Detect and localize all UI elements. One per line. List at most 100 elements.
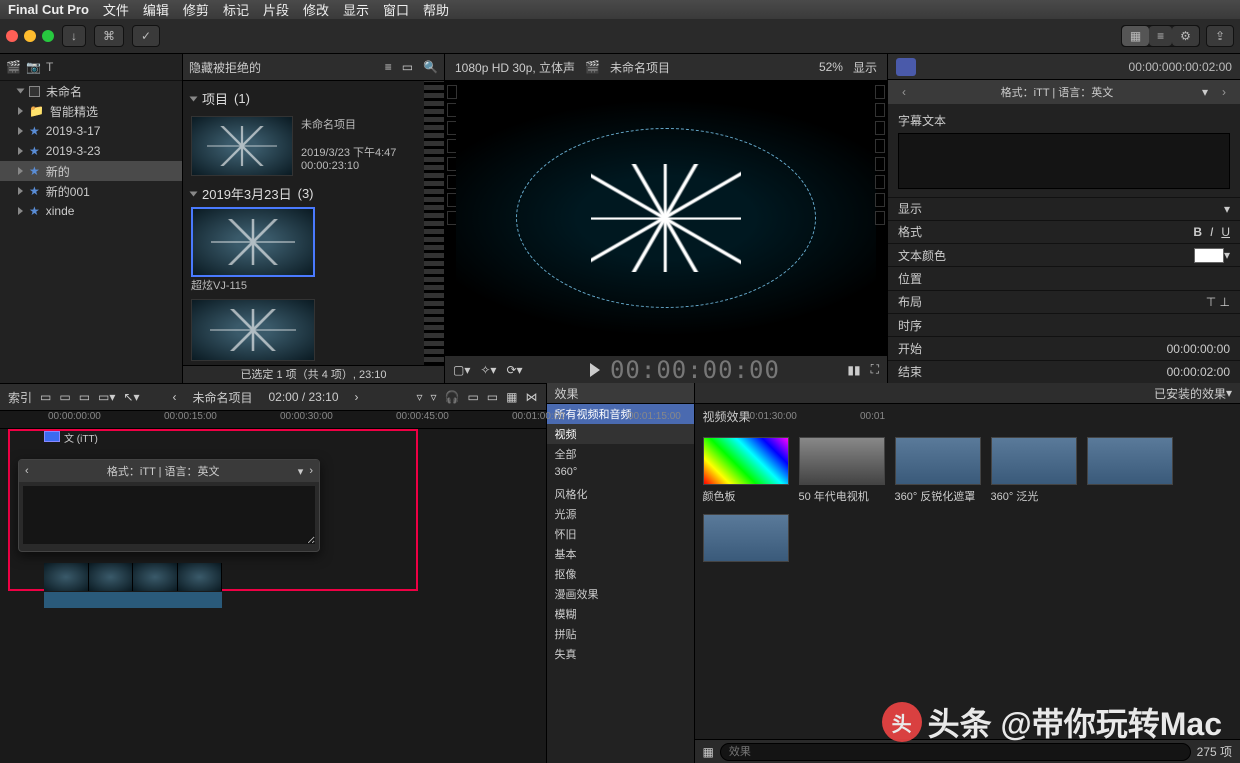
tool-popup-1[interactable]: ▢▾ xyxy=(453,363,470,377)
index-button[interactable]: 索引 xyxy=(8,389,32,406)
menu-edit[interactable]: 编辑 xyxy=(143,0,169,19)
caption-format-label[interactable]: 格式：iTT | 语言：英文 xyxy=(920,84,1194,100)
next-caption[interactable]: › xyxy=(1216,85,1232,99)
search-icon[interactable]: 🔍 xyxy=(423,60,438,74)
project-thumbnail[interactable] xyxy=(191,116,293,176)
fx-cat-6[interactable]: 抠像 xyxy=(547,564,694,584)
timeline-ruler[interactable]: 00:00:00:00 00:00:15:00 00:00:30:00 00:0… xyxy=(0,411,546,429)
caption-text-field[interactable] xyxy=(23,486,315,544)
clip-thumbnail-2[interactable] xyxy=(191,299,315,361)
bold-button[interactable]: B xyxy=(1193,225,1202,239)
fullscreen-icon[interactable]: ⛶ xyxy=(871,362,879,377)
menu-mark[interactable]: 标记 xyxy=(223,0,249,19)
solo-icon[interactable]: 🎧 xyxy=(445,390,460,404)
history-fwd[interactable]: › xyxy=(355,390,359,404)
minimize-window[interactable] xyxy=(24,30,36,42)
effect-thumb-2[interactable]: 360° 反锐化遮罩 xyxy=(895,437,981,504)
fx-cat-2[interactable]: 风格化 xyxy=(547,484,694,504)
timeline-body[interactable]: 文 (iTT) ‹ 格式：iTT | 语言：英文▾ › xyxy=(0,429,546,763)
view-popup[interactable]: 显示 xyxy=(853,59,877,76)
effect-thumb-5[interactable] xyxy=(703,514,789,562)
photos-icon[interactable]: 📷 xyxy=(26,60,40,74)
effect-thumb-4[interactable] xyxy=(1087,437,1173,504)
fx-cat-9[interactable]: 拼贴 xyxy=(547,624,694,644)
fx-cat-8[interactable]: 模糊 xyxy=(547,604,694,624)
fx-cat-10[interactable]: 失真 xyxy=(547,644,694,664)
prev-caption[interactable]: ‹ xyxy=(896,85,912,99)
tl-tool-3[interactable]: ▭ xyxy=(79,390,90,404)
zoom-window[interactable] xyxy=(42,30,54,42)
effect-thumb-1[interactable]: 50 年代电视机 xyxy=(799,437,885,504)
caption-clip[interactable] xyxy=(44,431,60,442)
close-window[interactable] xyxy=(6,30,18,42)
popup-format[interactable]: 格式：iTT | 语言：英文 xyxy=(35,463,292,479)
video-track[interactable] xyxy=(44,563,222,591)
end-tc[interactable]: 00:00:02:00 xyxy=(1167,365,1230,379)
sidebar-event-1[interactable]: ★2019-3-17 xyxy=(0,121,182,141)
menu-window[interactable]: 窗口 xyxy=(383,0,409,19)
browser-toggle[interactable]: ▦ xyxy=(1122,26,1149,46)
effects-browser-icon[interactable]: ▦ xyxy=(506,390,517,404)
menu-trim[interactable]: 修剪 xyxy=(183,0,209,19)
menu-modify[interactable]: 修改 xyxy=(303,0,329,19)
tl-tool-1[interactable]: ▭ xyxy=(40,390,51,404)
start-tc[interactable]: 00:00:00:00 xyxy=(1167,342,1230,356)
fx-cat-0[interactable]: 全部 xyxy=(547,444,694,464)
popup-next[interactable]: › xyxy=(309,465,313,477)
color-swatch[interactable] xyxy=(1194,248,1224,263)
fx-view-icon[interactable]: ▦ xyxy=(703,745,714,759)
bg-tasks-button[interactable]: ✓ xyxy=(132,25,160,47)
effects-search[interactable] xyxy=(720,743,1191,761)
sidebar-event-3[interactable]: ★新的 xyxy=(0,161,182,181)
viewer-canvas[interactable] xyxy=(445,81,887,355)
library-icon[interactable]: 🎬 xyxy=(6,60,20,74)
menu-file[interactable]: 文件 xyxy=(103,0,129,19)
menu-clip[interactable]: 片段 xyxy=(263,0,289,19)
sidebar-event-5[interactable]: ★xinde xyxy=(0,201,182,221)
history-back[interactable]: ‹ xyxy=(172,390,176,404)
caption-tab-icon[interactable] xyxy=(896,58,916,76)
effect-thumb-0[interactable]: 颜色板 xyxy=(703,437,789,504)
fx-cat-7[interactable]: 漫画效果 xyxy=(547,584,694,604)
transitions-icon[interactable]: ⋈ xyxy=(525,390,537,404)
import-button[interactable]: ↓ xyxy=(62,25,86,47)
popup-prev[interactable]: ‹ xyxy=(25,465,29,477)
date-header[interactable]: 2019年3月23日 (3) xyxy=(191,180,416,207)
italic-button[interactable]: I xyxy=(1210,225,1213,239)
caption-text-input[interactable] xyxy=(898,133,1230,189)
clip-thumbnail-1[interactable] xyxy=(191,207,315,277)
tl-tool-4[interactable]: ▭▾ xyxy=(98,390,115,404)
snap-icon[interactable]: ▿ xyxy=(416,390,422,404)
arrow-tool[interactable]: ↖▾ xyxy=(123,390,139,404)
filter-popup[interactable]: 隐藏被拒绝的 xyxy=(189,59,261,76)
library-root[interactable]: 未命名 xyxy=(0,81,182,101)
clip-appear-icon[interactable]: ▭ xyxy=(487,390,498,404)
titles-icon[interactable]: T xyxy=(46,60,60,74)
effect-thumb-3[interactable]: 360° 泛光 xyxy=(991,437,1077,504)
align-icons[interactable]: ⊤ ⊥ xyxy=(1206,295,1230,309)
retime-popup[interactable]: ⟳▾ xyxy=(506,363,522,377)
list-view-icon[interactable]: ≡ xyxy=(385,60,392,74)
zoom-popup[interactable]: 52% xyxy=(819,60,843,74)
projects-header[interactable]: 项目 (1) xyxy=(191,85,416,112)
fx-cat-5[interactable]: 基本 xyxy=(547,544,694,564)
installed-effects[interactable]: 已安装的效果 xyxy=(1154,385,1226,402)
sidebar-event-2[interactable]: ★2019-3-23 xyxy=(0,141,182,161)
play-button[interactable] xyxy=(590,363,600,377)
menu-help[interactable]: 帮助 xyxy=(423,0,449,19)
audio-meter-icon[interactable]: ▮▮ xyxy=(847,363,860,377)
fx-cat-1[interactable]: 360° xyxy=(547,464,694,484)
menu-view[interactable]: 显示 xyxy=(343,0,369,19)
inspector-toggle[interactable]: ⚙ xyxy=(1172,26,1199,46)
sidebar-event-4[interactable]: ★新的001 xyxy=(0,181,182,201)
clip-view-icon[interactable]: ▭ xyxy=(402,60,413,74)
sidebar-smart[interactable]: 📁 智能精选 xyxy=(0,101,182,121)
underline-button[interactable]: U xyxy=(1221,225,1230,239)
skim-icon[interactable]: ▿ xyxy=(430,390,436,404)
fx-cat-4[interactable]: 怀旧 xyxy=(547,524,694,544)
row-display[interactable]: 显示▾ xyxy=(888,197,1240,220)
share-button[interactable]: ⇪ xyxy=(1206,25,1234,47)
audio-track[interactable] xyxy=(44,592,222,608)
cc-icon[interactable]: ▭ xyxy=(467,390,478,404)
tl-tool-2[interactable]: ▭ xyxy=(59,390,70,404)
